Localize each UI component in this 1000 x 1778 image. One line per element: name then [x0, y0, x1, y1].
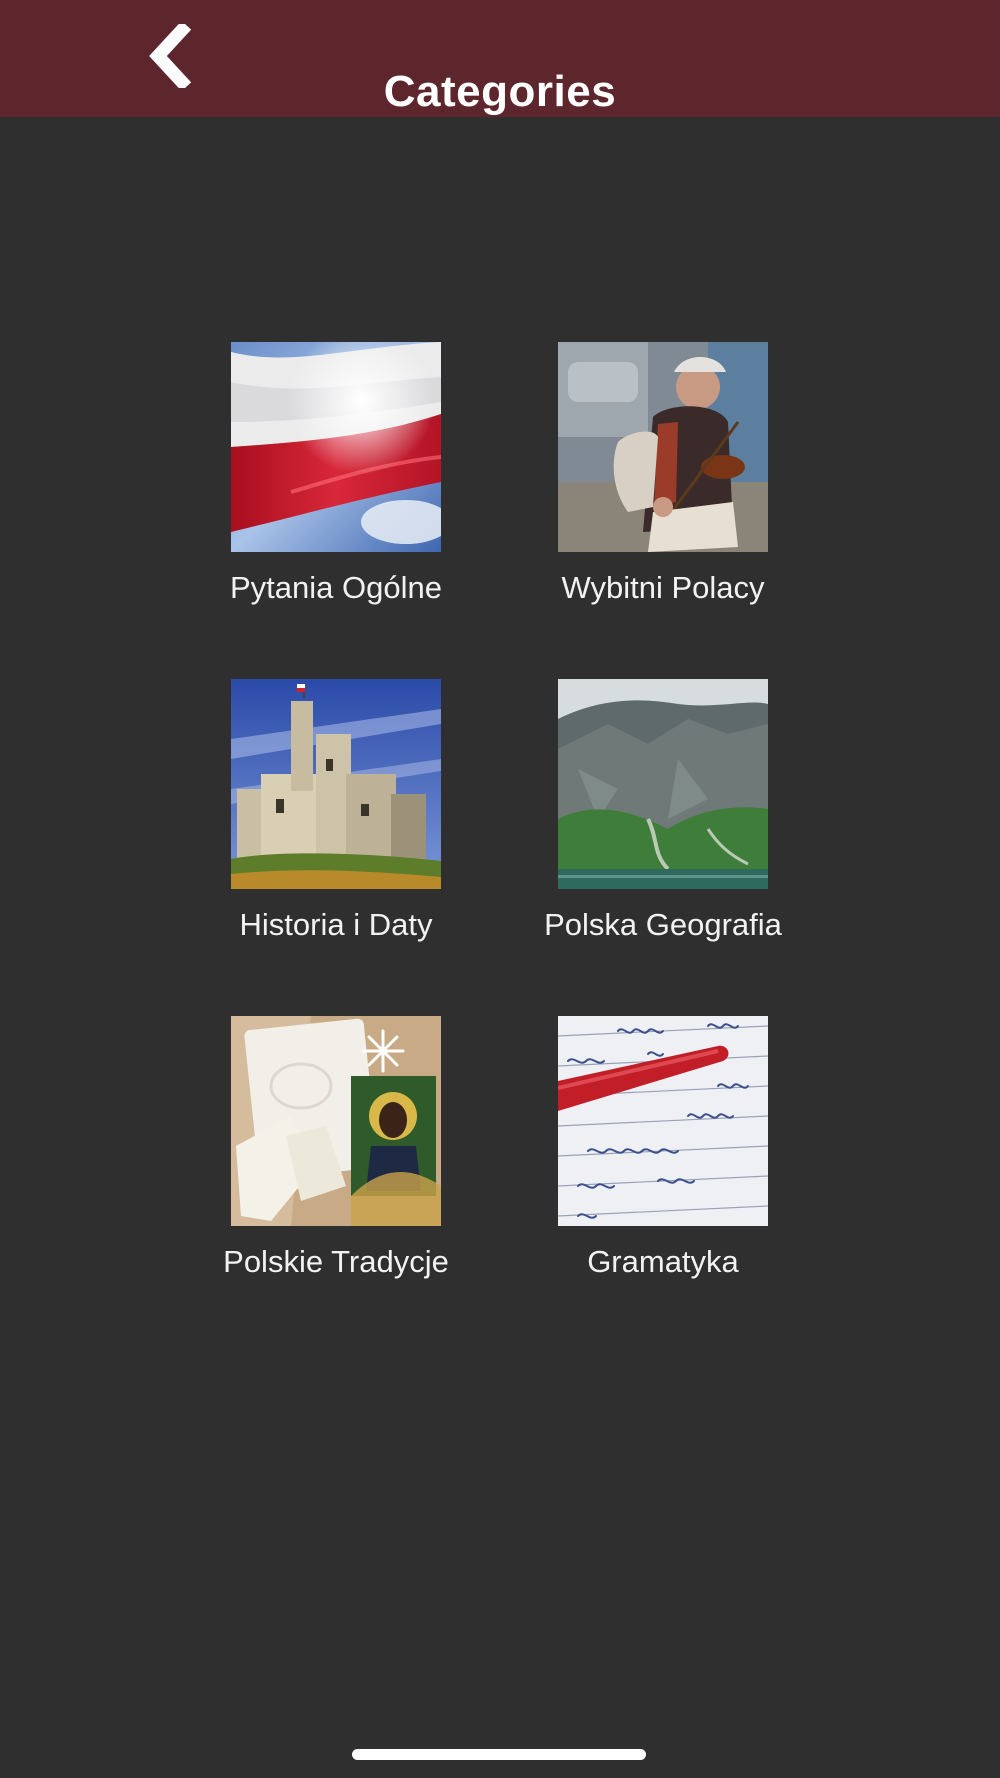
category-label: Polskie Tradycje [223, 1244, 449, 1279]
mountain-lake-image [558, 679, 768, 889]
category-label: Historia i Daty [239, 907, 433, 942]
header-bar: Categories [0, 0, 1000, 117]
category-pytania-ogolne[interactable]: Pytania Ogólne [191, 342, 481, 622]
category-wybitni-polacy[interactable]: Wybitni Polacy [518, 342, 808, 622]
violinist-image [558, 342, 768, 552]
category-label: Gramatyka [587, 1244, 739, 1279]
christmas-wafer-image [231, 1016, 441, 1226]
handwriting-pen-image [558, 1016, 768, 1226]
castle-ruins-image [231, 679, 441, 889]
polish-flag-image [231, 342, 441, 552]
category-polskie-tradycje[interactable]: Polskie Tradycje [191, 1016, 481, 1296]
category-historia-i-daty[interactable]: Historia i Daty [191, 679, 481, 959]
page-title: Categories [383, 67, 617, 116]
home-indicator[interactable] [352, 1749, 646, 1760]
category-polska-geografia[interactable]: Polska Geografia [518, 679, 808, 959]
category-label: Wybitni Polacy [561, 570, 765, 605]
category-label: Polska Geografia [544, 907, 782, 942]
category-gramatyka[interactable]: Gramatyka [518, 1016, 808, 1296]
category-label: Pytania Ogólne [230, 570, 442, 605]
